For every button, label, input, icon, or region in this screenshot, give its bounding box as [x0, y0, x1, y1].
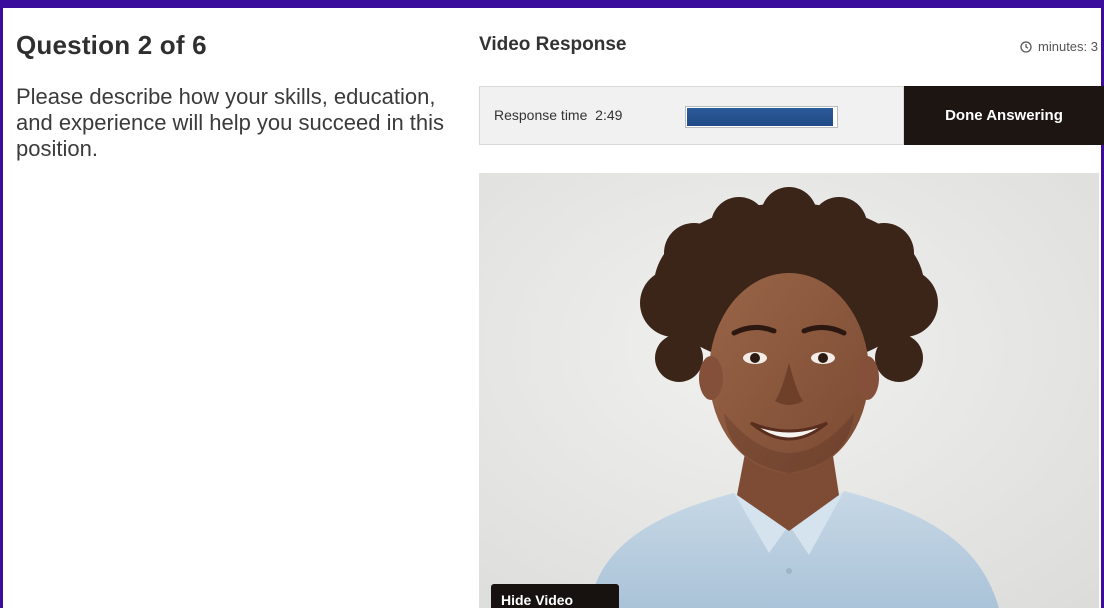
video-response-title: Video Response — [479, 34, 627, 55]
done-answering-button[interactable]: Done Answering — [904, 86, 1104, 145]
question-title: Question 2 of 6 — [16, 30, 207, 60]
response-progress-fill — [687, 108, 833, 126]
minutes-label: minutes: 3 — [1038, 39, 1098, 54]
video-preview: Hide Video — [479, 173, 1099, 608]
question-text: Please describe how your skills, educati… — [16, 84, 445, 161]
response-time-label: Response time — [494, 107, 588, 123]
response-time-text: Response time 2:49 — [494, 107, 622, 123]
hide-video-button[interactable]: Hide Video — [491, 584, 619, 608]
top-accent-bar — [0, 0, 1104, 8]
clock-icon — [1020, 40, 1032, 53]
response-time-value: 2:49 — [595, 107, 623, 123]
response-progress-bar — [685, 106, 838, 128]
minutes-indicator: minutes: 3 — [1020, 39, 1098, 54]
response-time-bar: Response time 2:49 — [479, 86, 904, 145]
person-video-image — [479, 173, 1099, 608]
frame-border-left — [0, 8, 3, 608]
